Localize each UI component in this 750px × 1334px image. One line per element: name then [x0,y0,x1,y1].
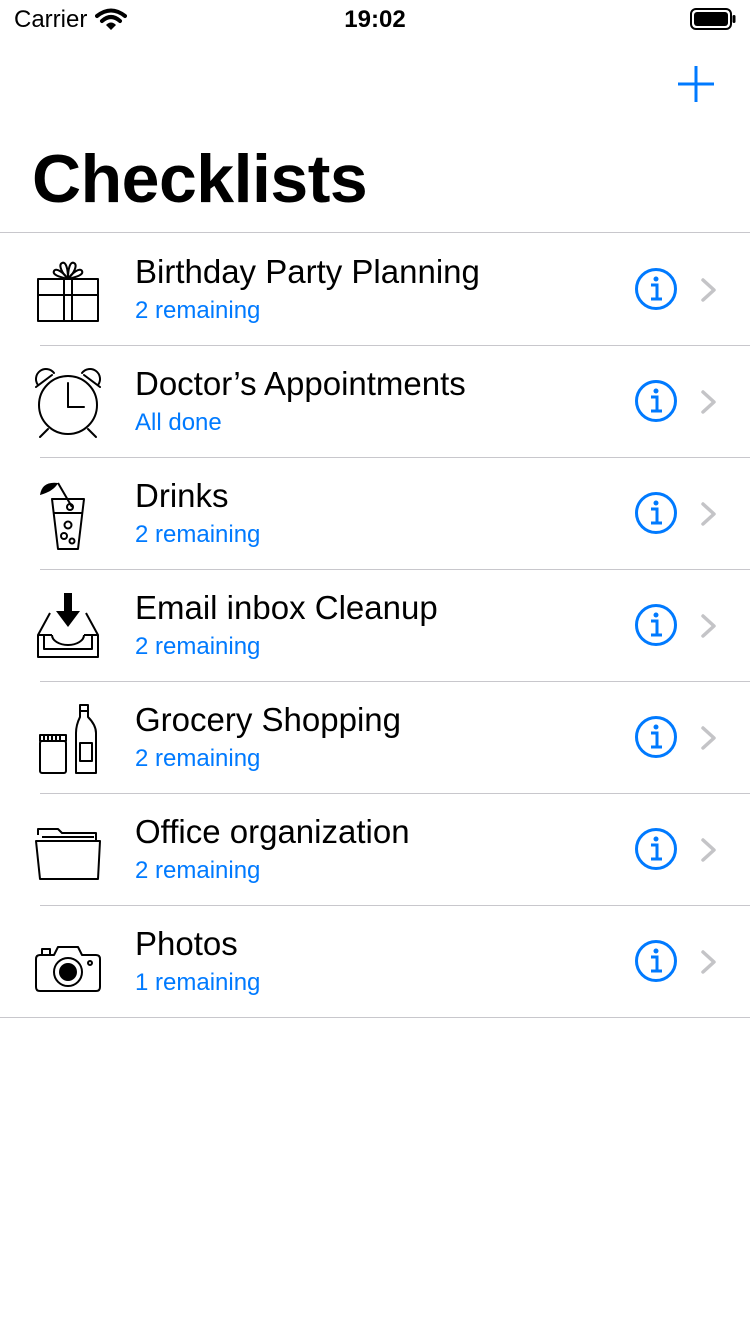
groceries-icon [39,704,97,774]
info-button[interactable] [634,491,678,535]
navigation-bar [0,40,750,130]
list-item[interactable]: Drinks 2 remaining [0,457,750,569]
chevron-right-icon [701,278,716,302]
info-icon [635,268,677,310]
chevron-right-icon [701,726,716,750]
info-button[interactable] [634,603,678,647]
info-button[interactable] [634,939,678,983]
list-item-subtitle: 2 remaining [135,633,261,660]
info-button[interactable] [634,827,678,871]
list-item-subtitle: 1 remaining [135,969,261,996]
page-title: Checklists [32,141,368,217]
checklist-table: Birthday Party Planning 2 remaining Doct… [0,232,750,1018]
battery-icon [690,8,736,30]
list-item[interactable]: Birthday Party Planning 2 remaining [0,233,750,345]
gift-icon [37,261,99,322]
list-item[interactable]: Grocery Shopping 2 remaining [0,681,750,793]
list-item[interactable]: Email inbox Cleanup 2 remaining [0,569,750,681]
list-item-subtitle: All done [135,409,222,436]
folder-icon [35,828,101,880]
info-icon [635,380,677,422]
chevron-right-icon [701,838,716,862]
list-item-subtitle: 2 remaining [135,297,261,324]
alarm-clock-icon [35,368,101,438]
list-item[interactable]: Office organization 2 remaining [0,793,750,905]
info-button[interactable] [634,379,678,423]
info-icon [635,828,677,870]
status-time: 19:02 [344,6,406,33]
info-button[interactable] [634,267,678,311]
list-item-title: Office organization [135,813,410,850]
info-icon [635,492,677,534]
list-item-subtitle: 2 remaining [135,745,261,772]
list-item-title: Birthday Party Planning [135,253,480,290]
drink-icon [40,482,85,550]
list-item-title: Photos [135,925,238,962]
chevron-right-icon [701,502,716,526]
status-bar: Carrier 19:02 [0,0,750,40]
list-item-title: Doctor’s Appointments [135,365,466,402]
info-button[interactable] [634,715,678,759]
chevron-right-icon [701,950,716,974]
plus-icon [678,66,714,102]
list-item[interactable]: Doctor’s Appointments All done [0,345,750,457]
add-checklist-button[interactable] [676,64,716,104]
list-item-title: Grocery Shopping [135,701,401,738]
info-icon [635,604,677,646]
chevron-right-icon [701,390,716,414]
list-item-subtitle: 2 remaining [135,521,261,548]
inbox-icon [37,593,99,658]
list-item-title: Drinks [135,477,229,514]
camera-icon [35,946,101,992]
info-icon [635,716,677,758]
list-item-title: Email inbox Cleanup [135,589,438,626]
list-item-subtitle: 2 remaining [135,857,261,884]
chevron-right-icon [701,614,716,638]
info-icon [635,940,677,982]
list-item[interactable]: Photos 1 remaining [0,905,750,1017]
